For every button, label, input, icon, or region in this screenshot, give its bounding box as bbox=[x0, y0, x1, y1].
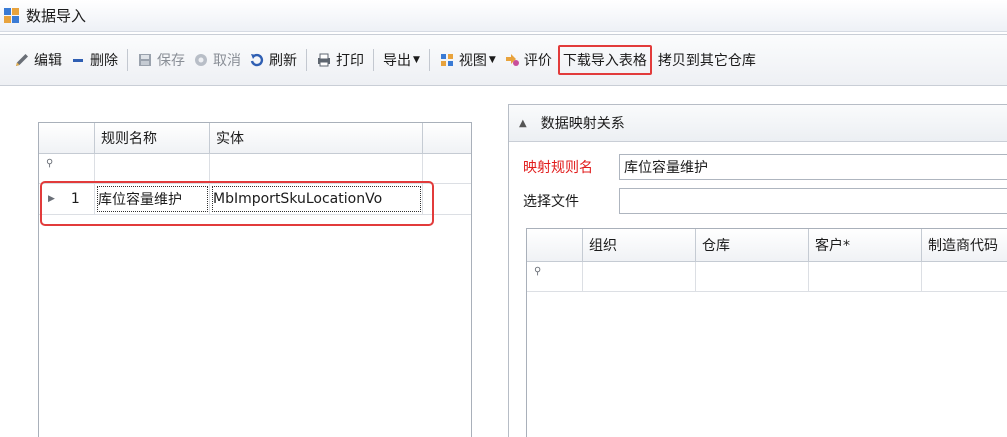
filter-cell[interactable] bbox=[583, 262, 696, 291]
cancel-gear-icon bbox=[195, 54, 207, 66]
toolbar-separator bbox=[428, 49, 430, 71]
refresh-button[interactable]: 刷新 bbox=[245, 45, 301, 75]
column-header-entity[interactable]: 实体 bbox=[210, 123, 423, 153]
mapping-panel-header[interactable]: ▲ 数据映射关系 bbox=[509, 105, 1007, 142]
rules-grid-header: 规则名称 实体 bbox=[39, 123, 471, 154]
rate-label: 评价 bbox=[523, 53, 552, 69]
cancel-button[interactable]: 取消 bbox=[189, 45, 245, 75]
pencil-icon bbox=[16, 54, 28, 66]
chevron-up-icon[interactable]: ▲ bbox=[519, 118, 527, 129]
refresh-icon bbox=[250, 53, 264, 67]
content-area: 规则名称 实体 ⚲ ▶ 1 库位容量维护 MbImportSkuLocation… bbox=[0, 87, 1007, 437]
filter-cell bbox=[423, 154, 471, 183]
export-dropdown[interactable]: 导出 ▼ bbox=[379, 45, 424, 75]
file-field[interactable] bbox=[619, 188, 1007, 214]
mapping-grid[interactable]: 组织 仓库 客户* 制造商代码 ⚲ bbox=[526, 228, 1007, 437]
minus-icon bbox=[73, 59, 83, 62]
column-header-warehouse[interactable]: 仓库 bbox=[696, 229, 809, 261]
rate-button[interactable]: 评价 bbox=[500, 45, 556, 75]
column-header-manufacturer-code[interactable]: 制造商代码 bbox=[922, 229, 1007, 261]
row-indicator: ⚲ bbox=[39, 154, 95, 183]
filter-cell[interactable] bbox=[210, 154, 423, 183]
edit-label: 编辑 bbox=[34, 53, 62, 69]
column-header-customer[interactable]: 客户* bbox=[809, 229, 922, 261]
pin-icon: ⚲ bbox=[46, 158, 54, 169]
view-label: 视图 bbox=[458, 53, 487, 69]
copy-to-other-label: 拷贝到其它仓库 bbox=[657, 53, 756, 69]
toolbar-separator bbox=[306, 49, 307, 71]
cancel-label: 取消 bbox=[213, 53, 241, 69]
refresh-label: 刷新 bbox=[269, 53, 297, 69]
printer-icon bbox=[318, 53, 330, 67]
delete-label: 删除 bbox=[90, 53, 118, 69]
caret-down-icon: ▼ bbox=[488, 55, 496, 65]
filter-cell[interactable] bbox=[809, 262, 922, 291]
toolbar: 编辑 删除 保存 取消 刷新 打印 导出 ▼ 视图 ▼ 评价 下载导入表格 拷贝… bbox=[0, 34, 1007, 86]
rule-name-field[interactable] bbox=[619, 154, 1007, 180]
filter-cell[interactable] bbox=[95, 154, 210, 183]
floppy-icon bbox=[139, 54, 151, 66]
file-row: 选择文件 bbox=[523, 188, 1007, 214]
toolbar-separator bbox=[127, 49, 128, 71]
delete-button[interactable]: 删除 bbox=[66, 45, 122, 75]
view-dropdown[interactable]: 视图 ▼ bbox=[435, 45, 500, 75]
mapping-panel-title: 数据映射关系 bbox=[540, 116, 625, 132]
download-template-label: 下载导入表格 bbox=[562, 53, 647, 69]
filter-cell[interactable] bbox=[922, 262, 1007, 291]
rule-name-label: 映射规则名 bbox=[523, 160, 593, 176]
rules-grid-filter-row: ⚲ bbox=[39, 154, 471, 184]
file-label: 选择文件 bbox=[523, 194, 579, 210]
grid-view-icon bbox=[440, 54, 453, 66]
highlight-box bbox=[40, 181, 434, 226]
window-titlebar: 数据导入 bbox=[0, 0, 1007, 32]
print-label: 打印 bbox=[336, 53, 364, 69]
column-header-org[interactable]: 组织 bbox=[583, 229, 696, 261]
rule-name-row: 映射规则名 bbox=[523, 154, 1007, 180]
export-label: 导出 bbox=[383, 53, 411, 69]
filter-cell[interactable] bbox=[696, 262, 809, 291]
rate-icon bbox=[505, 54, 519, 66]
row-indicator-header bbox=[527, 229, 583, 261]
column-header-rule-name[interactable]: 规则名称 bbox=[95, 123, 210, 153]
column-header-empty bbox=[423, 123, 471, 153]
rules-grid[interactable]: 规则名称 实体 ⚲ ▶ 1 库位容量维护 MbImportSkuLocation… bbox=[38, 122, 472, 437]
window-title: 数据导入 bbox=[26, 7, 87, 25]
pin-icon: ⚲ bbox=[534, 266, 542, 277]
copy-to-other-warehouse-button[interactable]: 拷贝到其它仓库 bbox=[654, 45, 760, 75]
download-template-button[interactable]: 下载导入表格 bbox=[557, 45, 652, 75]
toolbar-separator bbox=[373, 49, 374, 71]
caret-down-icon: ▼ bbox=[413, 55, 420, 65]
save-button[interactable]: 保存 bbox=[133, 45, 189, 75]
mapping-panel: ▲ 数据映射关系 映射规则名 选择文件 组织 仓库 客户* 制造商代码 ⚲ bbox=[508, 104, 1007, 437]
edit-button[interactable]: 编辑 bbox=[10, 45, 66, 75]
save-label: 保存 bbox=[157, 53, 185, 69]
mapping-grid-filter-row: ⚲ bbox=[527, 262, 1007, 292]
print-button[interactable]: 打印 bbox=[312, 45, 368, 75]
row-indicator: ⚲ bbox=[527, 262, 583, 291]
row-indicator-header bbox=[39, 123, 95, 153]
mapping-grid-header: 组织 仓库 客户* 制造商代码 bbox=[527, 229, 1007, 262]
app-icon bbox=[4, 7, 20, 24]
